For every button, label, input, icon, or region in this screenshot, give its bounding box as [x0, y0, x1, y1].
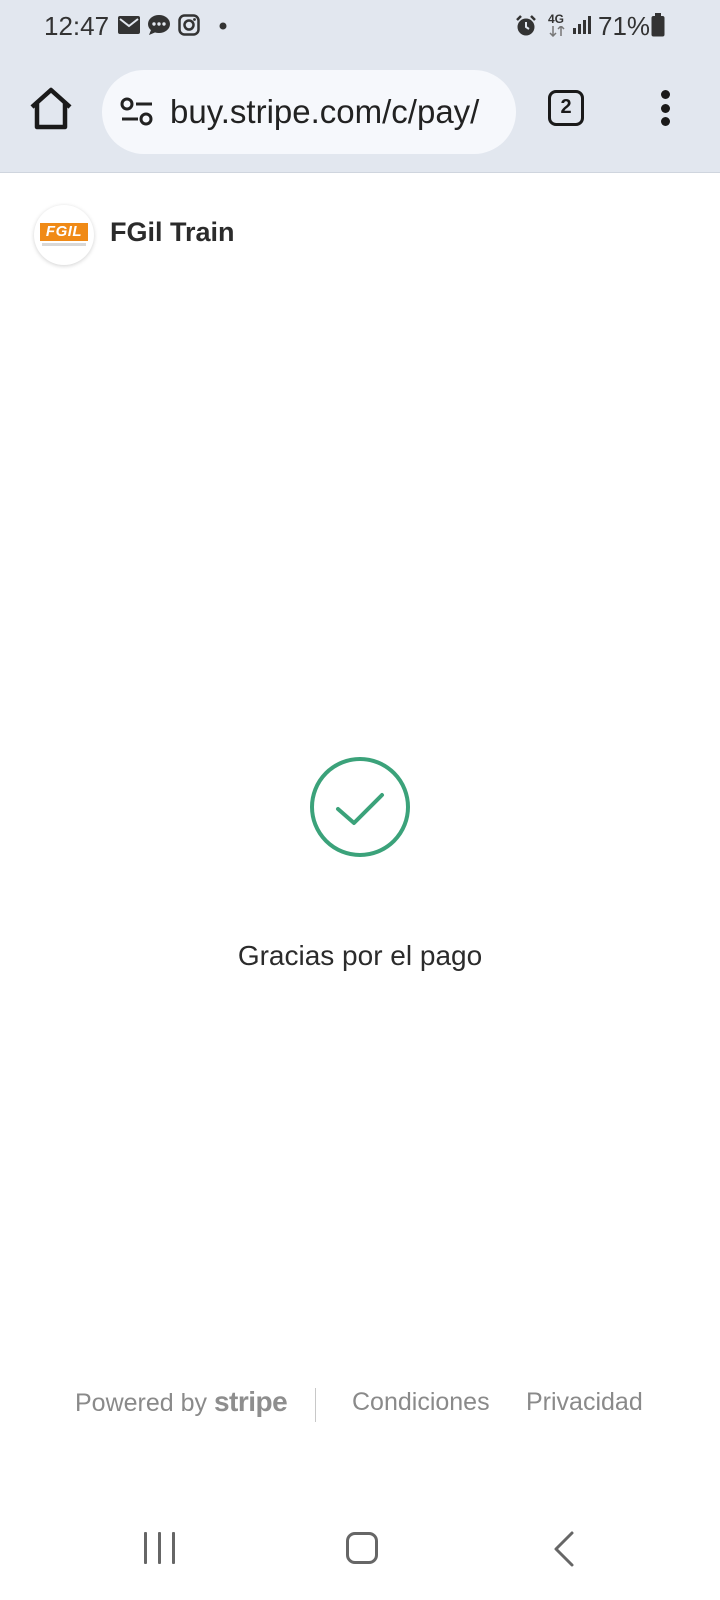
address-bar[interactable]: buy.stripe.com/c/pay/: [102, 70, 516, 154]
success-check-icon: [310, 757, 410, 857]
data-arrows-icon: [549, 26, 565, 37]
tab-switcher-button[interactable]: 2: [548, 90, 584, 126]
merchant-logo: FGIL: [34, 205, 94, 265]
powered-by-label: Powered by: [75, 1389, 208, 1417]
success-message: Gracias por el pago: [237, 940, 483, 971]
recents-icon[interactable]: [144, 1532, 178, 1564]
browser-toolbar: buy.stripe.com/c/pay/ 2: [0, 54, 720, 170]
footer: Powered by stripe Condiciones Privacidad: [0, 1380, 720, 1424]
network-4g-icon: 4G: [547, 12, 567, 38]
instagram-icon: [178, 14, 200, 36]
site-settings-icon[interactable]: [120, 96, 154, 128]
browser-chrome: 12:47 4G 71% buy.stripe.com/c/pay/ 2: [0, 0, 720, 173]
merchant-logo-tagline: [42, 243, 86, 246]
mail-icon: [118, 16, 140, 34]
footer-divider: [315, 1388, 316, 1422]
home-icon[interactable]: [26, 84, 76, 134]
nav-home-icon[interactable]: [346, 1532, 378, 1564]
alarm-icon: [516, 15, 536, 36]
more-menu-icon[interactable]: [654, 90, 676, 130]
status-bar: 12:47 4G 71%: [0, 0, 720, 54]
signal-icon: [573, 16, 591, 34]
merchant-name: FGil Train: [110, 217, 235, 247]
chat-icon: [148, 15, 170, 35]
stripe-logo: stripe: [213, 1386, 288, 1417]
notification-dot-icon: [219, 22, 227, 30]
merchant-logo-text: FGIL: [40, 223, 88, 241]
battery-percent: 71%: [598, 11, 651, 41]
url-text[interactable]: buy.stripe.com/c/pay/: [170, 90, 502, 134]
privacy-link[interactable]: Privacidad: [526, 1380, 643, 1424]
powered-by-stripe[interactable]: Powered by stripe: [75, 1380, 288, 1425]
status-time: 12:47: [44, 11, 110, 41]
battery-icon: [651, 13, 665, 37]
system-navigation-bar: [0, 1480, 720, 1600]
terms-link[interactable]: Condiciones: [352, 1380, 490, 1424]
back-icon[interactable]: [552, 1530, 576, 1568]
